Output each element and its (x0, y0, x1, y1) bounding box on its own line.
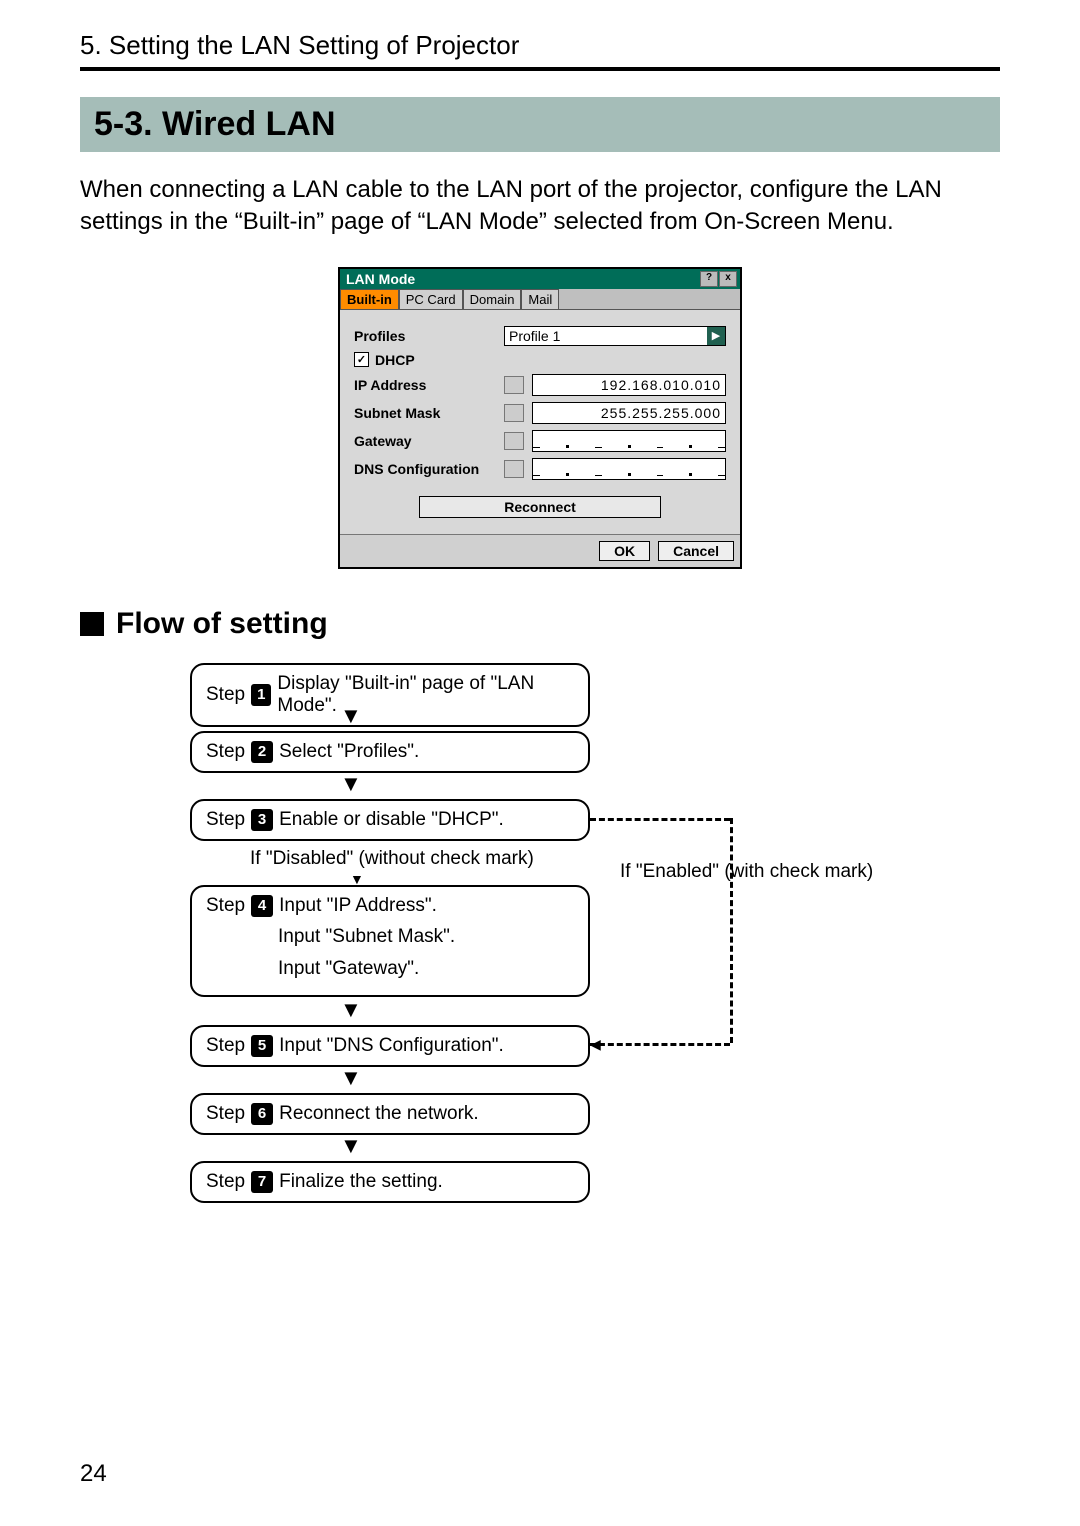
step-prefix: Step (206, 1035, 245, 1057)
ip-address-label: IP Address (354, 377, 504, 393)
step-prefix: Step (206, 809, 245, 831)
section-number: 5-3. (94, 105, 153, 143)
page-number: 24 (80, 1460, 107, 1488)
step-prefix: Step (206, 741, 245, 763)
help-icon[interactable]: ? (700, 271, 718, 287)
subnet-mask-field[interactable]: 255.255.255.000 (532, 402, 726, 424)
gateway-field[interactable] (532, 430, 726, 452)
step-number-icon: 7 (251, 1171, 273, 1193)
profiles-label: Profiles (354, 328, 504, 344)
square-bullet-icon (80, 612, 104, 636)
step-prefix: Step (206, 1103, 245, 1125)
step-number-icon: 4 (251, 895, 273, 917)
step-7: Step 7 Finalize the setting. (190, 1161, 590, 1203)
profiles-select[interactable]: Profile 1 ▶ (504, 326, 726, 346)
step-1: Step 1 Display "Built-in" page of "LAN M… (190, 663, 590, 727)
step-text: Reconnect the network. (279, 1103, 479, 1125)
dialog-title: LAN Mode (346, 271, 415, 287)
subnet-mask-label: Subnet Mask (354, 405, 504, 421)
step-number-icon: 5 (251, 1035, 273, 1057)
step-6: Step 6 Reconnect the network. (190, 1093, 590, 1135)
arrow-left-small-icon: ◀ (590, 1036, 601, 1053)
keypad-icon[interactable] (504, 376, 524, 394)
chapter-title: 5. Setting the LAN Setting of Projector (80, 30, 1000, 61)
reconnect-button[interactable]: Reconnect (419, 496, 661, 518)
dashed-line (590, 1043, 730, 1046)
branch-enabled-label: If "Enabled" (with check mark) (620, 861, 873, 883)
lan-mode-dialog: LAN Mode ? x Built-in PC Card Domain Mai… (338, 267, 742, 569)
arrow-down-icon: ▼ (340, 703, 362, 729)
flow-diagram: Step 1 Display "Built-in" page of "LAN M… (190, 663, 950, 1203)
step-text: Select "Profiles". (279, 741, 419, 763)
dashed-line (590, 818, 730, 821)
section-title: Wired LAN (162, 105, 335, 143)
tab-domain[interactable]: Domain (463, 289, 522, 309)
ok-button[interactable]: OK (599, 541, 650, 561)
dashed-line (730, 818, 733, 1043)
gateway-label: Gateway (354, 433, 504, 449)
flow-heading: Flow of setting (80, 607, 1000, 641)
arrow-down-icon: ▼ (340, 1065, 362, 1091)
tab-pc-card[interactable]: PC Card (399, 289, 463, 309)
step-text: Input "Gateway". (278, 953, 455, 985)
dns-config-field[interactable] (532, 458, 726, 480)
keypad-icon[interactable] (504, 404, 524, 422)
step-number-icon: 6 (251, 1103, 273, 1125)
divider (80, 67, 1000, 71)
step-text: Input "Subnet Mask". (278, 921, 455, 953)
step-text: Input "DNS Configuration". (279, 1035, 504, 1057)
keypad-icon[interactable] (504, 460, 524, 478)
chevron-right-icon[interactable]: ▶ (707, 327, 725, 345)
step-prefix: Step (206, 684, 245, 706)
step-prefix: Step (206, 1171, 245, 1193)
dns-config-label: DNS Configuration (354, 461, 504, 477)
step-number-icon: 1 (251, 684, 271, 706)
step-4-sublines: Input "Subnet Mask". Input "Gateway". (278, 921, 455, 986)
step-prefix: Step (206, 895, 245, 917)
branch-disabled-label: If "Disabled" (without check mark) (250, 848, 534, 870)
profiles-value: Profile 1 (509, 328, 560, 344)
step-text: Display "Built-in" page of "LAN Mode". (277, 673, 574, 717)
dhcp-checkbox[interactable]: ✓ (354, 352, 369, 367)
dhcp-label: DHCP (375, 352, 415, 368)
tab-built-in[interactable]: Built-in (340, 289, 399, 309)
step-3: Step 3 Enable or disable "DHCP". (190, 799, 590, 841)
step-text: Enable or disable "DHCP". (279, 809, 504, 831)
flow-heading-text: Flow of setting (116, 607, 328, 641)
dialog-tabs: Built-in PC Card Domain Mail (340, 289, 740, 310)
arrow-down-icon: ▼ (340, 1133, 362, 1159)
step-text: Input "IP Address". (279, 895, 437, 917)
keypad-icon[interactable] (504, 432, 524, 450)
dialog-title-bar: LAN Mode ? x (340, 269, 740, 289)
step-number-icon: 2 (251, 741, 273, 763)
ip-address-field[interactable]: 192.168.010.010 (532, 374, 726, 396)
step-text: Finalize the setting. (279, 1171, 443, 1193)
close-icon[interactable]: x (719, 271, 737, 287)
intro-paragraph: When connecting a LAN cable to the LAN p… (80, 174, 1000, 239)
section-banner: 5-3. Wired LAN (80, 97, 1000, 152)
arrow-down-icon: ▼ (340, 771, 362, 797)
tab-mail[interactable]: Mail (521, 289, 559, 309)
step-number-icon: 3 (251, 809, 273, 831)
arrow-down-icon: ▼ (340, 997, 362, 1023)
cancel-button[interactable]: Cancel (658, 541, 734, 561)
step-2: Step 2 Select "Profiles". (190, 731, 590, 773)
step-5: Step 5 Input "DNS Configuration". (190, 1025, 590, 1067)
